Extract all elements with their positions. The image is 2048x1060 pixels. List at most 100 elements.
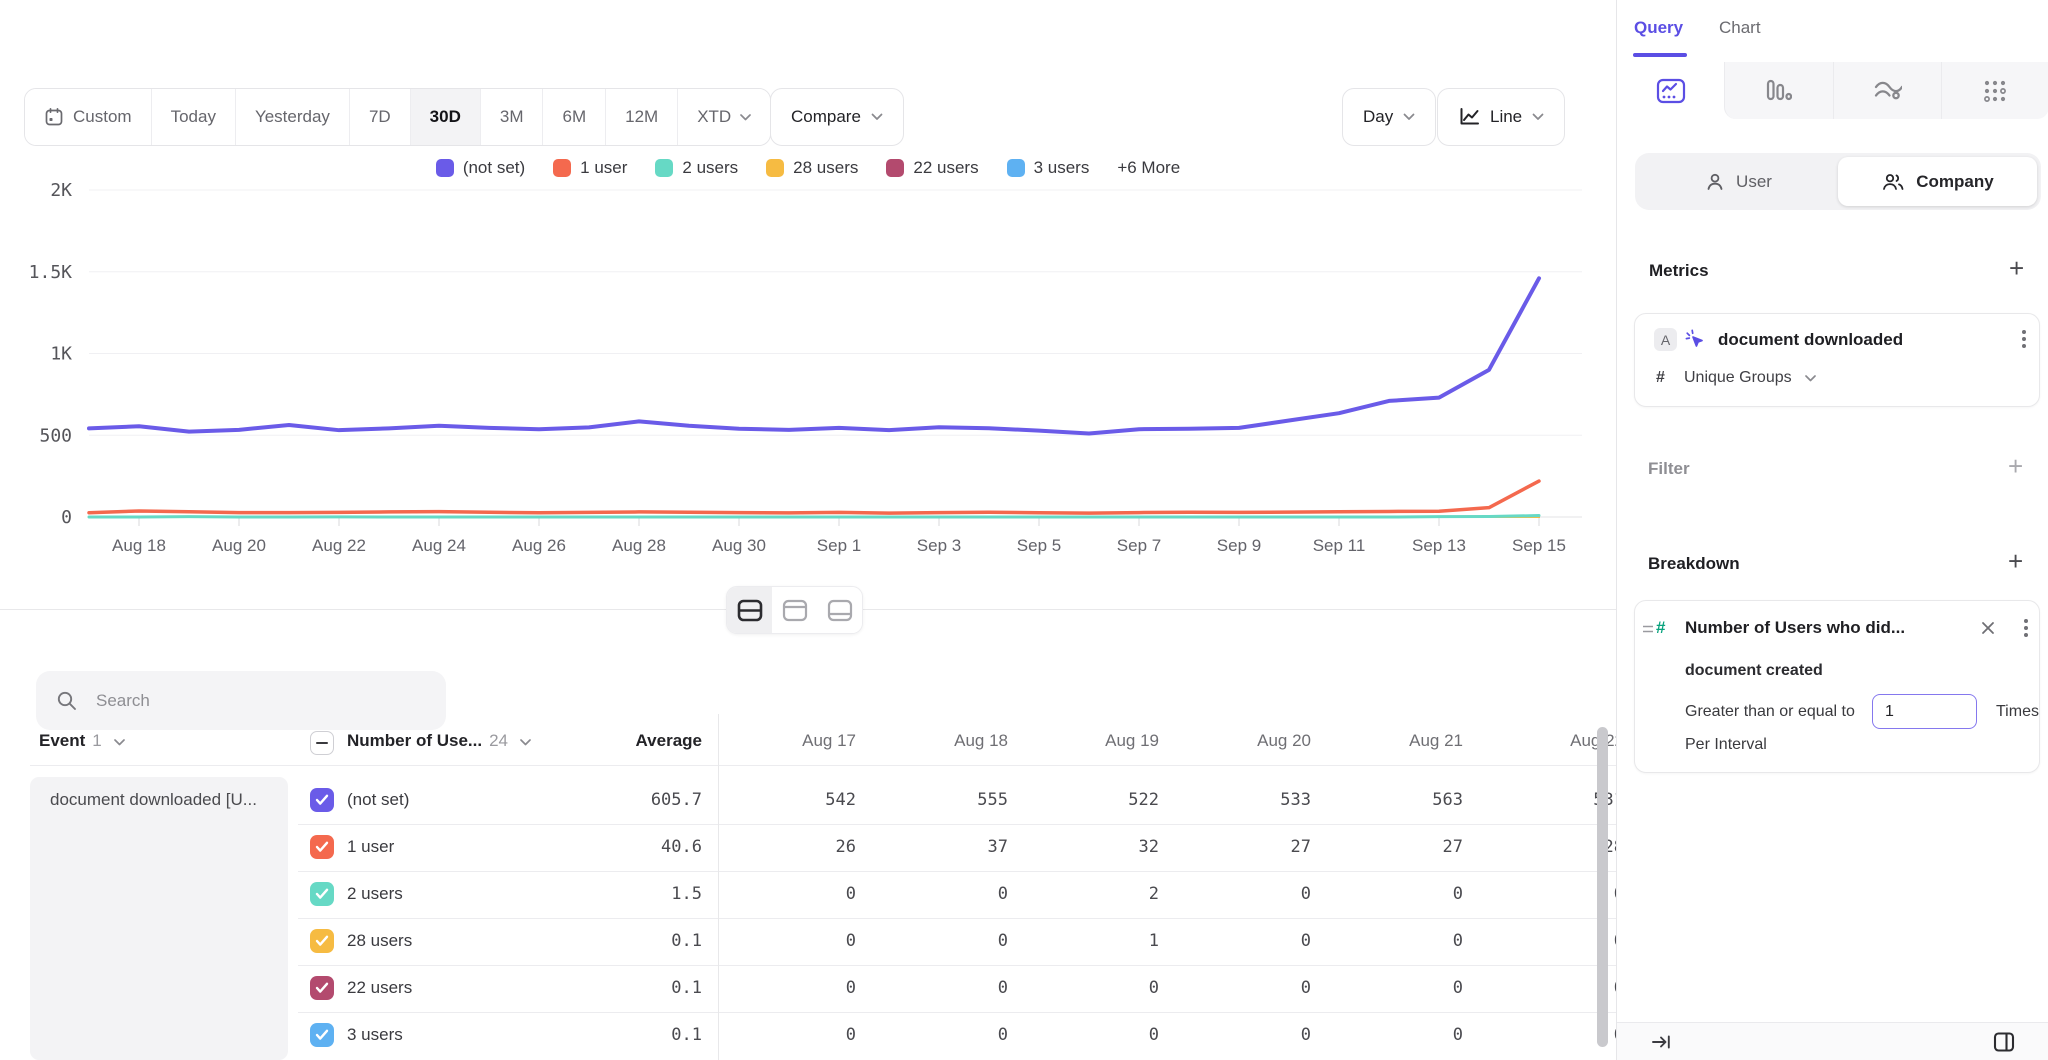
chart-type-tab-bar-chart[interactable] — [1724, 62, 1832, 119]
range-30d[interactable]: 30D — [411, 89, 481, 145]
legend-item[interactable]: 1 user — [553, 158, 627, 178]
add-metric-button[interactable]: + — [2009, 255, 2024, 281]
average-value: 0.1 — [562, 931, 702, 951]
add-filter-button[interactable]: + — [2008, 453, 2023, 479]
average-value: 1.5 — [562, 884, 702, 904]
legend-item[interactable]: 28 users — [766, 158, 858, 178]
date-column-header[interactable]: Aug 21 — [1323, 731, 1463, 751]
x-axis-label: Sep 15 — [1512, 536, 1566, 555]
range-3m[interactable]: 3M — [481, 89, 544, 145]
row-checkbox[interactable] — [310, 835, 334, 859]
legend-item[interactable]: 3 users — [1007, 158, 1090, 178]
range-yesterday[interactable]: Yesterday — [236, 89, 350, 145]
breakdown-menu-icon[interactable] — [2023, 617, 2029, 639]
cell-value: 0 — [1171, 978, 1311, 998]
search-box — [36, 671, 446, 730]
legend-swatch — [1007, 159, 1025, 177]
x-axis-label: Aug 30 — [712, 536, 766, 555]
x-axis-label: Aug 20 — [212, 536, 266, 555]
range-12m[interactable]: 12M — [606, 89, 678, 145]
metric-card[interactable]: A document downloaded # Unique Groups — [1634, 313, 2040, 407]
compare-button[interactable]: Compare — [770, 88, 904, 146]
x-axis-label: Sep 1 — [817, 536, 861, 555]
x-axis-label: Aug 22 — [312, 536, 366, 555]
compare-label: Compare — [791, 107, 861, 127]
breakdown-card[interactable]: # Number of Users who did... document cr… — [1634, 600, 2040, 773]
search-input[interactable] — [94, 690, 426, 712]
chart-type-tab-data-grid[interactable] — [1941, 62, 2048, 119]
condition-value-input[interactable] — [1872, 694, 1977, 729]
x-axis-label: Aug 26 — [512, 536, 566, 555]
legend-item[interactable]: (not set) — [436, 158, 525, 178]
chart-type-button[interactable]: Line — [1437, 88, 1565, 146]
legend-item[interactable]: 22 users — [886, 158, 978, 178]
group-column-header[interactable]: Number of Use...24 — [347, 731, 531, 751]
range-label: 12M — [625, 107, 658, 127]
chevron-down-icon — [1403, 113, 1415, 121]
event-row[interactable]: document downloaded [U... — [30, 777, 288, 1060]
range-today[interactable]: Today — [152, 89, 236, 145]
drag-handle-icon[interactable] — [1642, 623, 1654, 635]
remove-breakdown-icon[interactable] — [1981, 621, 1995, 635]
search-icon — [56, 690, 78, 712]
range-label: Custom — [73, 107, 132, 127]
date-column-header[interactable]: Aug 17 — [716, 731, 856, 751]
add-breakdown-button[interactable]: + — [2008, 548, 2023, 574]
user-icon — [1705, 172, 1725, 192]
average-value: 605.7 — [562, 790, 702, 810]
chart-type-tab-flow[interactable] — [1833, 62, 1941, 119]
tab-query[interactable]: Query — [1634, 18, 1683, 38]
date-column-header[interactable]: Aug 20 — [1171, 731, 1311, 751]
row-checkbox[interactable] — [310, 976, 334, 1000]
cell-value: 32 — [1019, 837, 1159, 857]
measure-dropdown[interactable]: Unique Groups — [1684, 369, 1816, 387]
event-click-icon — [1684, 328, 1706, 350]
date-column-header[interactable]: Aug 19 — [1019, 731, 1159, 751]
vertical-scrollbar[interactable] — [1597, 727, 1608, 1047]
x-axis-label: Aug 18 — [112, 536, 166, 555]
split-view-button[interactable] — [727, 587, 772, 633]
chevron-down-icon — [1532, 113, 1544, 121]
row-separator — [298, 918, 1616, 919]
cell-value: 0 — [1323, 931, 1463, 951]
chart-panel: Custom TodayYesterday7D30D3M6M 12M XTD Comp… — [0, 0, 1616, 1060]
y-axis-label: 1K — [50, 344, 72, 365]
event-column-header[interactable]: Event1 — [39, 731, 125, 751]
table-focus-view-button[interactable] — [817, 587, 862, 633]
row-checkbox[interactable] — [310, 1023, 334, 1047]
range-6m[interactable]: 6M — [543, 89, 606, 145]
row-checkbox[interactable] — [310, 882, 334, 906]
series-line — [89, 516, 1539, 517]
x-axis-label: Sep 3 — [917, 536, 961, 555]
chart-focus-view-button[interactable] — [772, 587, 817, 633]
select-all-checkbox[interactable] — [310, 731, 334, 755]
average-value: 0.1 — [562, 1025, 702, 1045]
collapse-sidebar-icon[interactable] — [1651, 1033, 1672, 1051]
scope-option-user[interactable]: User — [1639, 157, 1838, 206]
cell-value: 0 — [1019, 978, 1159, 998]
metric-menu-icon[interactable] — [2021, 328, 2027, 350]
range-7d[interactable]: 7D — [350, 89, 411, 145]
legend-label: (not set) — [463, 158, 525, 178]
row-checkbox[interactable] — [310, 788, 334, 812]
line-chart-icon — [1656, 78, 1686, 104]
chevron-down-icon — [520, 739, 531, 746]
indeterminate-minus-icon — [316, 742, 328, 744]
x-axis-label: Aug 28 — [612, 536, 666, 555]
legend-more[interactable]: +6 More — [1117, 158, 1180, 178]
tab-chart[interactable]: Chart — [1719, 18, 1761, 38]
range-custom[interactable]: Custom — [25, 89, 152, 145]
header-separator — [30, 765, 1616, 766]
x-axis-label: Sep 13 — [1412, 536, 1466, 555]
range-xtd[interactable]: XTD — [678, 89, 770, 145]
legend-item[interactable]: 2 users — [655, 158, 738, 178]
granularity-button[interactable]: Day — [1342, 88, 1436, 146]
date-column-header[interactable]: Aug 18 — [868, 731, 1008, 751]
scope-option-company[interactable]: Company — [1838, 157, 2037, 206]
y-axis-label: 0 — [61, 507, 72, 528]
chart-type-tab-line-chart[interactable] — [1617, 62, 1724, 119]
chart-type-strip — [1617, 62, 2048, 119]
legend-label: 1 user — [580, 158, 627, 178]
row-checkbox[interactable] — [310, 929, 334, 953]
panel-layout-icon[interactable] — [1992, 1030, 2016, 1054]
